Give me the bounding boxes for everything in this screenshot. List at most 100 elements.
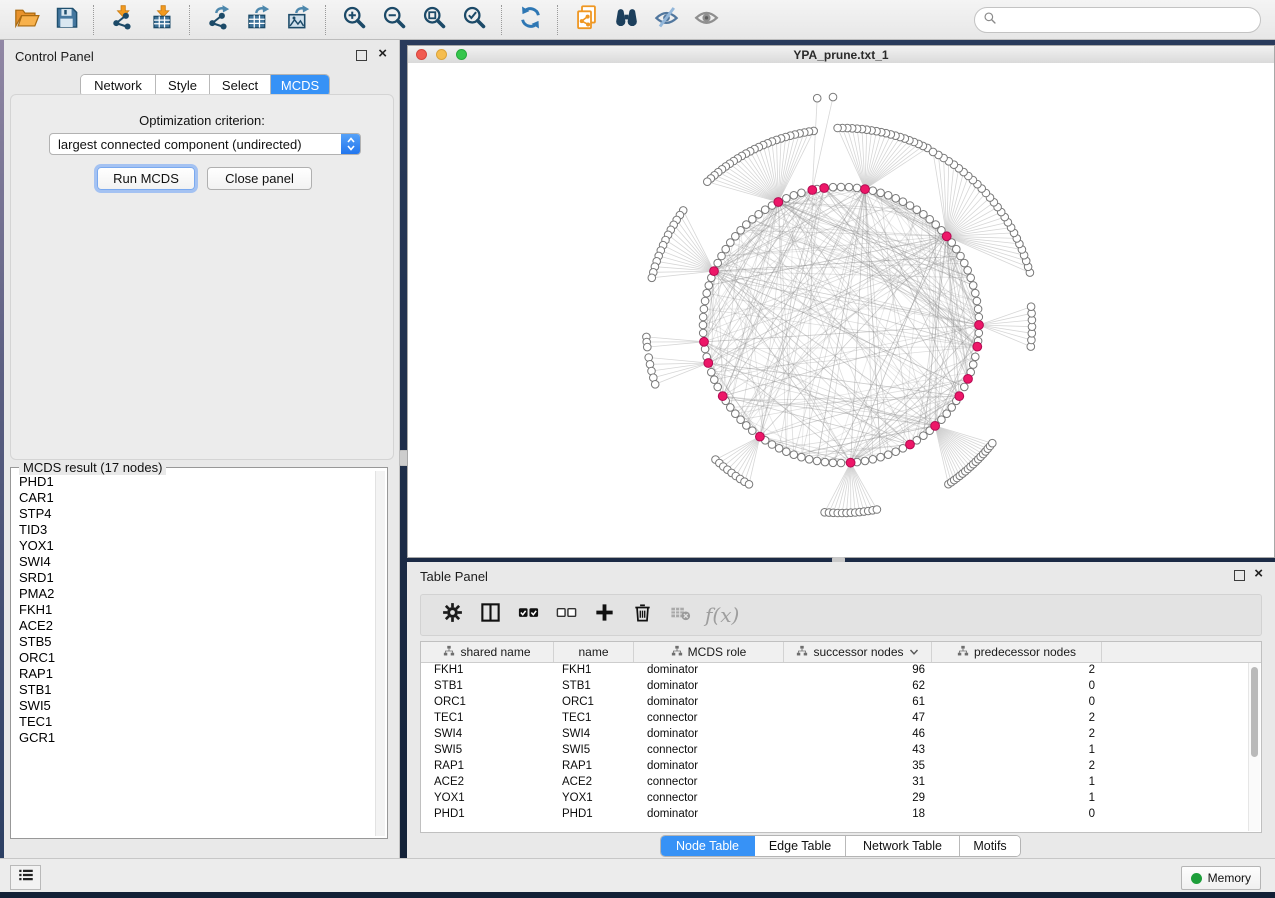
search-network-button[interactable] [606,4,646,36]
table-cell: RAP1 [554,760,634,772]
close-icon[interactable]: × [378,49,387,59]
float-window-icon[interactable] [356,50,367,61]
close-icon[interactable]: × [1254,569,1263,579]
trash-icon [631,601,654,629]
save-session-button[interactable] [46,4,86,36]
refresh-button[interactable] [510,4,550,36]
select-all-button[interactable] [509,598,547,632]
export-network-button[interactable] [198,4,238,36]
ring-node [973,297,981,305]
ring-node [899,198,907,206]
show-details-button[interactable] [686,4,726,36]
result-item[interactable]: SWI4 [19,554,369,570]
mcds-hub-node [975,321,984,330]
ring-node [953,245,961,253]
add-column-button[interactable] [585,598,623,632]
result-item[interactable]: STB5 [19,634,369,650]
search-input[interactable] [1002,12,1252,29]
run-mcds-button[interactable]: Run MCDS [97,167,195,190]
result-item[interactable]: TID3 [19,522,369,538]
column-header-shared-name[interactable]: shared name [421,642,554,662]
tab-network-table[interactable]: Network Table [846,836,960,856]
result-item[interactable]: PMA2 [19,586,369,602]
tab-node-table[interactable]: Node Table [661,836,755,856]
ring-node [790,451,798,459]
ring-node [892,195,900,203]
ring-node [913,206,921,214]
export-image-button[interactable] [278,4,318,36]
task-history-button[interactable] [10,865,41,890]
criterion-select[interactable]: largest connected component (undirected) [49,133,361,155]
tab-mcds[interactable]: MCDS [271,75,329,96]
optimization-criterion-label: Optimization criterion: [11,113,393,128]
ring-node [837,183,845,191]
zoom-out-icon [381,4,408,36]
delete-table-button[interactable] [661,598,699,632]
table-cell: FKH1 [554,664,634,676]
table-row[interactable]: YOX1YOX1connector291 [421,790,1249,806]
network-window-titlebar[interactable]: YPA_prune.txt_1 [408,46,1274,64]
result-item[interactable]: GCR1 [19,730,369,746]
tab-motifs[interactable]: Motifs [960,836,1020,856]
hide-details-button[interactable] [646,4,686,36]
network-canvas[interactable] [408,63,1274,557]
show-columns-button[interactable] [471,598,509,632]
result-item[interactable]: PHD1 [19,474,369,490]
zoom-selected-button[interactable] [454,4,494,36]
close-panel-button[interactable]: Close panel [207,167,312,190]
export-table-button[interactable] [238,4,278,36]
table-row[interactable]: TEC1TEC1connector472 [421,710,1249,726]
import-network-icon [109,4,136,36]
export-to-web-button[interactable] [566,4,606,36]
result-item[interactable]: SWI5 [19,698,369,714]
float-window-icon[interactable] [1234,570,1245,581]
ring-node [861,457,869,465]
table-row[interactable]: RAP1RAP1dominator352 [421,758,1249,774]
table-row[interactable]: ORC1ORC1dominator610 [421,694,1249,710]
column-header-MCDS-role[interactable]: MCDS role [634,642,784,662]
delete-column-button[interactable] [623,598,661,632]
result-item[interactable]: ORC1 [19,650,369,666]
result-item[interactable]: SRD1 [19,570,369,586]
table-row[interactable]: PHD1PHD1dominator180 [421,806,1249,822]
result-item[interactable]: ACE2 [19,618,369,634]
zoom-fit-button[interactable] [414,4,454,36]
deselect-all-button[interactable] [547,598,585,632]
memory-button[interactable]: Memory [1181,866,1261,890]
ring-node [701,297,709,305]
table-options-button[interactable] [433,598,471,632]
result-item[interactable]: STB1 [19,682,369,698]
zoom-in-button[interactable] [334,4,374,36]
column-header-successor-nodes[interactable]: successor nodes [784,642,932,662]
table-row[interactable]: STB1STB1dominator620 [421,678,1249,694]
mcds-result-list: PHD1CAR1STP4TID3YOX1SWI4SRD1PMA2FKH1ACE2… [13,471,375,836]
column-type-icon [443,645,455,660]
result-item[interactable]: FKH1 [19,602,369,618]
result-list-scrollbar[interactable] [375,471,385,836]
column-header-predecessor-nodes[interactable]: predecessor nodes [932,642,1102,662]
result-item[interactable]: CAR1 [19,490,369,506]
result-item[interactable]: YOX1 [19,538,369,554]
tab-network[interactable]: Network [81,75,156,96]
table-scrollbar-thumb[interactable] [1251,667,1258,757]
table-row[interactable]: SWI4SWI4dominator462 [421,726,1249,742]
table-row[interactable]: ACE2ACE2connector311 [421,774,1249,790]
open-file-button[interactable] [6,4,46,36]
table-scrollbar[interactable] [1248,663,1260,831]
import-network-button[interactable] [102,4,142,36]
ring-node [869,456,877,464]
function-builder-button[interactable]: f(x) [705,603,739,627]
table-row[interactable]: FKH1FKH1dominator962 [421,662,1249,678]
tab-edge-table[interactable]: Edge Table [755,836,846,856]
table-cell: SWI4 [421,728,554,740]
result-item[interactable]: RAP1 [19,666,369,682]
result-item[interactable]: TEC1 [19,714,369,730]
import-table-button[interactable] [142,4,182,36]
tab-select[interactable]: Select [210,75,271,96]
table-row[interactable]: SWI5SWI5connector431 [421,742,1249,758]
zoom-out-button[interactable] [374,4,414,36]
result-item[interactable]: STP4 [19,506,369,522]
column-header-name[interactable]: name [554,642,634,662]
tab-style[interactable]: Style [156,75,210,96]
ring-node [964,267,972,275]
